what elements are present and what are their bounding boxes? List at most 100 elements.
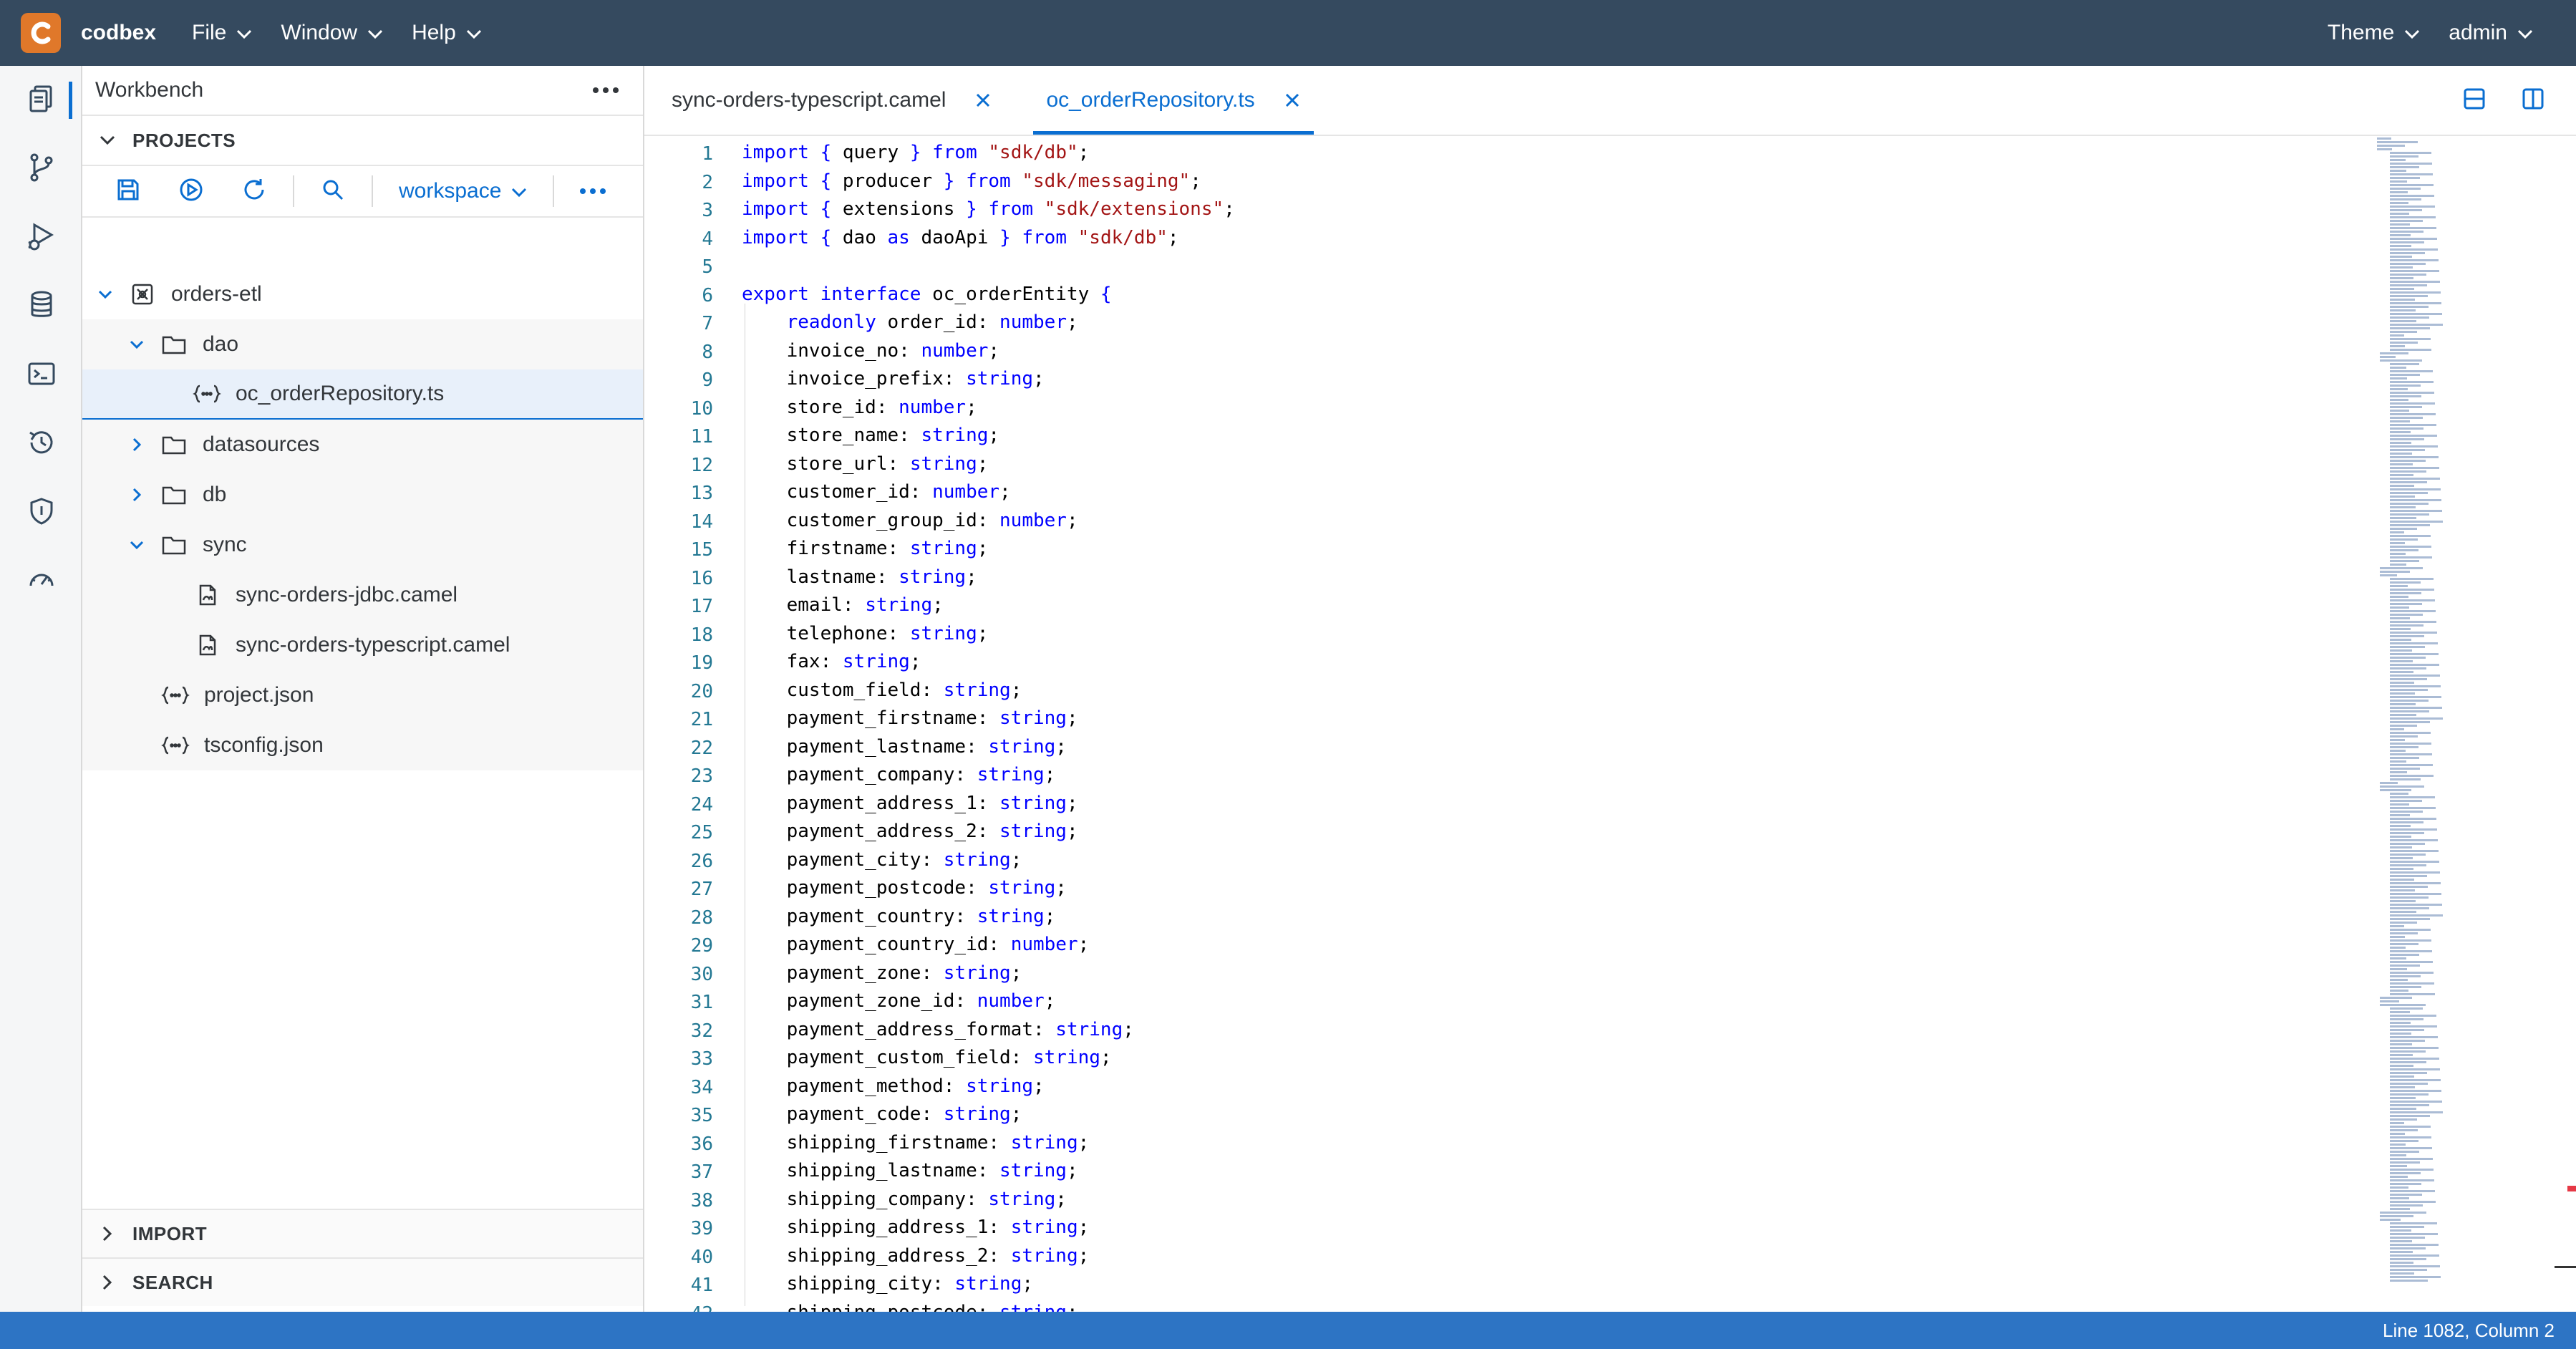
save-button[interactable] — [97, 165, 160, 218]
tree-item-project-json[interactable]: project.json — [82, 670, 643, 720]
code-line[interactable]: import { producer } from "sdk/messaging"… — [742, 168, 1201, 196]
menu-help[interactable]: Help — [412, 21, 482, 45]
chevron-right-icon[interactable] — [121, 488, 152, 502]
minimap-line — [2390, 907, 2429, 909]
activity-security[interactable] — [0, 478, 82, 547]
code-line[interactable]: import { extensions } from "sdk/extensio… — [742, 195, 1235, 224]
code-editor[interactable]: 1 2 3 4 5 6 7 8 9 10 11 12 13 14 15 16 17 18 19 20 21 22 23 24 2… — [644, 136, 2576, 1312]
menu-window[interactable]: Window — [281, 21, 383, 45]
chevron-right-icon[interactable] — [121, 437, 152, 452]
tab-oc-order-repository[interactable]: oc_orderRepository.ts — [1019, 66, 1327, 135]
tree-item-datasources[interactable]: datasources — [82, 420, 643, 470]
minimap-line — [2390, 642, 2438, 644]
tree-item-sync-orders-jdbc[interactable]: sync-orders-jdbc.camel — [82, 570, 643, 620]
more-options-icon[interactable] — [593, 87, 619, 93]
activity-database[interactable] — [0, 272, 82, 341]
activity-terminal[interactable] — [0, 341, 82, 410]
minimap-line — [2380, 789, 2411, 791]
search-button[interactable] — [301, 165, 364, 218]
code-line[interactable]: payment_custom_field: string; — [742, 1044, 1112, 1073]
code-line[interactable]: import { query } from "sdk/db"; — [742, 139, 1089, 168]
code-line[interactable]: payment_company: string; — [742, 761, 1056, 790]
search-section-header[interactable]: SEARCH — [82, 1257, 643, 1306]
menu-file-label: File — [192, 21, 227, 44]
code-line[interactable]: payment_country: string; — [742, 903, 1056, 932]
code-line[interactable]: shipping_address_1: string; — [742, 1214, 1090, 1242]
split-horizontal-icon[interactable] — [2461, 86, 2487, 115]
minimap-line — [2377, 137, 2391, 140]
minimap-line — [2390, 886, 2428, 888]
activity-git[interactable] — [0, 135, 82, 203]
minimap-line — [2390, 395, 2421, 397]
code-line[interactable]: shipping_company: string; — [742, 1186, 1067, 1214]
code-line[interactable]: shipping_firstname: string; — [742, 1129, 1090, 1158]
code-line[interactable]: payment_lastname: string; — [742, 733, 1067, 762]
code-line[interactable]: store_url: string; — [742, 450, 989, 479]
code-line[interactable]: payment_code: string; — [742, 1101, 1022, 1129]
close-icon[interactable] — [974, 92, 992, 109]
minimap-line — [2390, 843, 2425, 845]
tree-item-tsconfig-json[interactable]: tsconfig.json — [82, 720, 643, 770]
minimap-line — [2390, 739, 2405, 741]
tab-sync-orders-typescript[interactable]: sync-orders-typescript.camel — [644, 66, 1019, 135]
activity-workbench[interactable] — [0, 66, 82, 135]
code-line[interactable]: store_name: string; — [742, 422, 999, 450]
refresh-button[interactable] — [223, 165, 286, 218]
play-circle-icon — [178, 177, 204, 206]
code-line[interactable]: invoice_prefix: string; — [742, 365, 1045, 394]
code-line[interactable]: shipping_lastname: string; — [742, 1157, 1078, 1186]
close-icon[interactable] — [1284, 92, 1301, 109]
tree-item-sync[interactable]: sync — [82, 520, 643, 570]
code-line[interactable]: readonly order_id: number; — [742, 309, 1078, 337]
code-line[interactable]: payment_city: string; — [742, 846, 1022, 875]
code-line[interactable]: payment_method: string; — [742, 1073, 1045, 1101]
tree-item-orders-etl[interactable]: orders-etl — [82, 269, 643, 319]
code-line[interactable]: payment_postcode: string; — [742, 874, 1067, 903]
tree-item-db[interactable]: db — [82, 470, 643, 520]
import-section-header[interactable]: IMPORT — [82, 1209, 643, 1257]
theme-menu[interactable]: Theme — [2328, 21, 2420, 45]
code-line[interactable]: shipping_address_2: string; — [742, 1242, 1090, 1271]
toolbar-more-button[interactable] — [561, 165, 624, 218]
code-line[interactable]: store_id: number; — [742, 394, 977, 422]
chevron-down-icon[interactable] — [121, 340, 152, 349]
code-line[interactable]: email: string; — [742, 591, 944, 620]
tree-item-dao[interactable]: dao — [82, 319, 643, 369]
user-menu[interactable]: admin — [2449, 21, 2533, 45]
code-line[interactable]: shipping_postcode: string; — [742, 1299, 1078, 1312]
code-line[interactable]: payment_country_id: number; — [742, 931, 1090, 959]
tree-item-oc-order-repository[interactable]: oc_orderRepository.ts — [82, 369, 643, 420]
code-line[interactable]: lastname: string; — [742, 564, 977, 592]
code-line[interactable]: payment_address_1: string; — [742, 790, 1078, 818]
code-line[interactable]: customer_id: number; — [742, 478, 1011, 507]
code-line[interactable]: invoice_no: number; — [742, 337, 999, 366]
code-line[interactable]: payment_firstname: string; — [742, 705, 1078, 733]
run-button[interactable] — [160, 165, 223, 218]
code-line[interactable]: telephone: string; — [742, 620, 989, 649]
workspace-select[interactable]: workspace — [380, 179, 546, 203]
code-line[interactable]: fax: string; — [742, 648, 921, 677]
code-line[interactable]: customer_group_id: number; — [742, 507, 1078, 536]
menu-file[interactable]: File — [192, 21, 252, 45]
activity-gauge[interactable] — [0, 547, 82, 616]
code-line[interactable]: export interface oc_orderEntity { — [742, 281, 1112, 309]
code-line[interactable]: payment_address_2: string; — [742, 818, 1078, 846]
activity-debug[interactable] — [0, 203, 82, 272]
chevron-down-icon[interactable] — [121, 541, 152, 549]
activity-history[interactable] — [0, 410, 82, 478]
code-line[interactable]: firstname: string; — [742, 535, 989, 564]
code-line[interactable]: shipping_city: string; — [742, 1270, 1033, 1299]
code-line[interactable]: payment_zone_id: number; — [742, 987, 1056, 1016]
minimap[interactable] — [2377, 136, 2549, 1312]
code-line[interactable]: custom_field: string; — [742, 677, 1022, 705]
codbex-logo-icon[interactable] — [21, 13, 61, 53]
code-line[interactable]: payment_zone: string; — [742, 959, 1022, 988]
chevron-down-icon[interactable] — [89, 290, 121, 299]
minimap-line — [2390, 657, 2426, 659]
tree-item-sync-orders-typescript[interactable]: sync-orders-typescript.camel — [82, 620, 643, 670]
minimap-line — [2390, 184, 2434, 186]
split-vertical-icon[interactable] — [2520, 86, 2546, 115]
code-line[interactable]: import { dao as daoApi } from "sdk/db"; — [742, 224, 1179, 253]
projects-section-header[interactable]: PROJECTS — [82, 116, 643, 165]
code-line[interactable]: payment_address_format: string; — [742, 1016, 1134, 1045]
